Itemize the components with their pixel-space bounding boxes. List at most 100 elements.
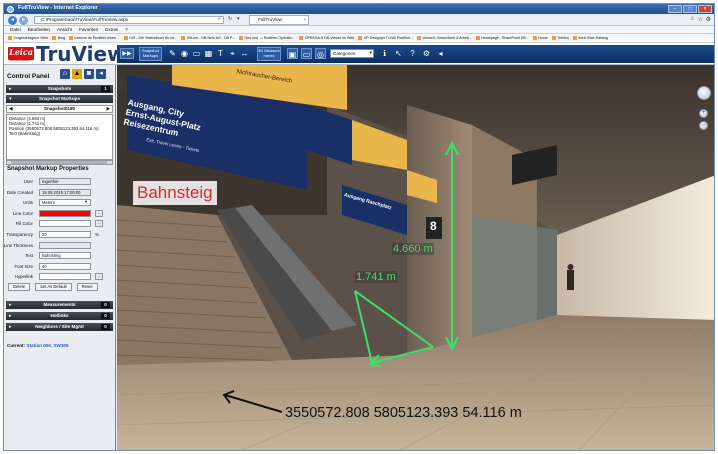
- favorite-link[interactable]: Home: [532, 34, 548, 42]
- grid-icon[interactable]: ▦: [203, 48, 214, 59]
- menu-item[interactable]: ?: [125, 26, 128, 33]
- back-icon[interactable]: ◂: [8, 15, 17, 25]
- distance-icon[interactable]: ↔: [239, 48, 250, 59]
- image-icon[interactable]: ▣: [287, 48, 298, 59]
- target-icon[interactable]: ◎: [315, 48, 326, 59]
- horizontal-scrollbar[interactable]: [6, 160, 113, 165]
- pen-icon[interactable]: ✎: [167, 48, 178, 59]
- next-icon[interactable]: ▶: [106, 106, 110, 112]
- settings-icon[interactable]: ⚙: [421, 48, 432, 59]
- favorite-label: Home: [538, 35, 548, 40]
- star-icon[interactable]: ☆: [698, 16, 703, 23]
- favorite-link[interactable]: Web Slice-Katalog: [572, 34, 608, 42]
- address-input[interactable]: C:\ProgramData\TruView\FullTruView.aspx: [34, 16, 224, 24]
- set-as-default-button[interactable]: Set As Default: [35, 283, 72, 291]
- horizontal-distance-label[interactable]: 1.741 m: [355, 271, 397, 283]
- pointer-icon[interactable]: ↖: [393, 48, 404, 59]
- rectangle-icon[interactable]: ▭: [191, 48, 202, 59]
- measurements-button[interactable]: 3D Measure ments: [257, 47, 281, 61]
- browser-tab[interactable]: FullTruView ×: [249, 15, 309, 25]
- browse-button[interactable]: ...: [95, 220, 103, 228]
- property-field[interactable]: [39, 273, 91, 281]
- menu-item[interactable]: Favoriten: [79, 26, 98, 33]
- property-field[interactable]: [39, 220, 91, 228]
- property-field[interactable]: Meters: [39, 199, 91, 207]
- property-field[interactable]: [39, 241, 91, 249]
- favorite-link[interactable]: Vorgeschlagene Sites: [8, 34, 48, 42]
- favorite-link[interactable]: Lexicon de Ermittler eines ...: [68, 34, 120, 42]
- favorite-link[interactable]: OPREDA & DB-Viewer im Web: [299, 34, 354, 42]
- snapshot-markups-button[interactable]: Snapshot Markups: [139, 47, 162, 61]
- snapshot-name: Snapshot0180: [43, 106, 76, 111]
- favorite-link[interactable]: Geo und — Rodthen Operatio...: [238, 34, 295, 42]
- property-field[interactable]: mgerther: [39, 178, 91, 185]
- panorama-viewer[interactable]: Bahnsteig 4.660 m 1.741 m 3550572.808 58…: [117, 65, 714, 450]
- navigation-control-icon[interactable]: [697, 86, 711, 100]
- collapse-panel-icon[interactable]: ◂: [96, 69, 106, 79]
- menu-item[interactable]: Bearbeiten: [28, 26, 50, 33]
- favicon-icon: [238, 36, 243, 40]
- collapse-icon[interactable]: ◂: [435, 48, 446, 59]
- property-field[interactable]: 40: [39, 262, 91, 270]
- previous-icon[interactable]: ◀: [9, 106, 13, 112]
- info-icon[interactable]: ℹ: [379, 48, 390, 59]
- close-button[interactable]: ×: [698, 5, 712, 13]
- menu-item[interactable]: Ansicht: [57, 26, 72, 33]
- zoom-in-icon[interactable]: +: [699, 109, 708, 118]
- dropdown-icon[interactable]: ▾: [237, 16, 240, 24]
- properties-buttons: Delete Set As Default Reset: [8, 283, 98, 291]
- layer-select[interactable]: Categories: [330, 49, 374, 58]
- favorite-link[interactable]: DIS - Die Telefonbuch für de...: [123, 34, 177, 42]
- circle-icon[interactable]: ◉: [179, 48, 190, 59]
- property-field[interactable]: [39, 209, 91, 217]
- position-label[interactable]: 3550572.808 5805123.393 54.116 m: [285, 405, 522, 421]
- section-measurements[interactable]: ▸ Measurements 0: [6, 301, 113, 309]
- forward-icon[interactable]: ▸: [19, 15, 28, 25]
- vertical-distance-label[interactable]: 4.660 m: [392, 243, 434, 255]
- search-icon[interactable]: ⌕: [218, 16, 221, 24]
- delete-button[interactable]: Delete: [8, 283, 31, 291]
- close-tab-icon[interactable]: ×: [303, 16, 306, 24]
- menu-item[interactable]: Extras: [105, 26, 118, 33]
- menu-item[interactable]: Datei: [10, 26, 21, 33]
- favorite-link[interactable]: HP Designjet T1200 PostScri...: [358, 34, 413, 42]
- favorite-link[interactable]: Homepage - SharePoint DB...: [475, 34, 529, 42]
- browse-button[interactable]: ...: [95, 209, 103, 217]
- markup-list[interactable]: Distance (4.660 m) Distance (1.741 m) Posi…: [6, 114, 113, 160]
- property-row: Line Color...: [6, 209, 113, 218]
- snapshot-markups-section[interactable]: ▾ Snapshot Markups: [6, 95, 113, 103]
- minimize-button[interactable]: –: [668, 5, 682, 13]
- property-label: Fill Color: [15, 221, 33, 227]
- property-field[interactable]: 18.05.2015 17:00:00: [39, 188, 91, 196]
- property-field[interactable]: 20: [39, 231, 91, 238]
- home-icon[interactable]: ⌂: [690, 16, 694, 22]
- browse-button[interactable]: ...: [95, 273, 103, 281]
- leica-logo: Leica Geosystems: [8, 47, 34, 62]
- property-field[interactable]: Bahnsteig: [39, 252, 91, 260]
- favorite-link[interactable]: Telefon: [551, 34, 569, 42]
- maximize-button[interactable]: □: [683, 5, 697, 13]
- camera-icon[interactable]: ◙: [84, 69, 94, 79]
- reset-button[interactable]: Reset: [76, 283, 98, 291]
- home-icon[interactable]: ⌂: [60, 69, 70, 79]
- gear-icon[interactable]: ⚙: [706, 16, 711, 23]
- favorite-link[interactable]: Umwelt, Gesundheit & Arbeit...: [417, 34, 472, 42]
- refresh-icon[interactable]: ↻: [228, 16, 232, 24]
- section-hotlinks[interactable]: ▸ Hotlinks 0: [6, 312, 113, 320]
- property-row: Line Thickness: [4, 241, 113, 250]
- text-icon[interactable]: T: [215, 48, 226, 59]
- position-icon[interactable]: ⌖: [227, 48, 238, 59]
- markup-list-item[interactable]: Text (Bahnsteig): [9, 131, 110, 136]
- video-icon[interactable]: ▶▶: [120, 48, 134, 59]
- station-link[interactable]: Station 006_SW306: [26, 343, 68, 348]
- text-markup[interactable]: Bahnsteig: [133, 181, 217, 205]
- dropdown-arrow-icon[interactable]: ▾: [85, 199, 112, 205]
- help-icon[interactable]: ?: [407, 48, 418, 59]
- favorite-link[interactable]: Bing: [52, 34, 65, 42]
- favorite-link[interactable]: DB-net - DB-Netz AG - DB P...: [181, 34, 235, 42]
- monitor-icon[interactable]: ▭: [301, 48, 312, 59]
- section-neighbors[interactable]: ▸ Neighbors / Site Mgmt 0: [6, 323, 113, 331]
- zoom-out-icon[interactable]: –: [699, 121, 708, 130]
- warning-icon[interactable]: ▲: [72, 69, 82, 79]
- snapshots-section[interactable]: ▸ Snapshots 1: [6, 85, 113, 93]
